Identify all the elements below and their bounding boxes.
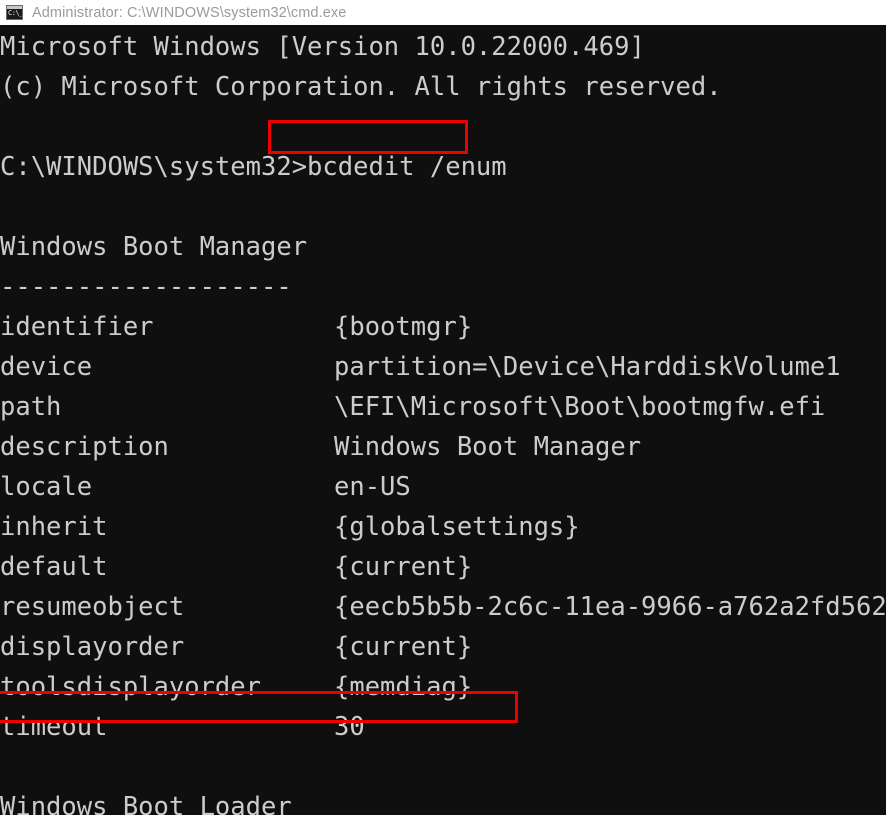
entry-value: \EFI\Microsoft\Boot\bootmgfw.efi	[334, 392, 826, 422]
entry-value: partition=\Device\HarddiskVolume1	[334, 352, 841, 382]
banner-line: (c) Microsoft Corporation. All rights re…	[0, 72, 722, 102]
entry-key: locale	[0, 472, 93, 502]
entry-value: {globalsettings}	[334, 512, 580, 542]
console-output-area[interactable]: Microsoft Windows [Version 10.0.22000.46…	[0, 25, 886, 815]
entry-value: {memdiag}	[334, 672, 473, 702]
entry-value: {current}	[334, 552, 473, 582]
entry-key: displayorder	[0, 632, 185, 662]
entry-value: en-US	[334, 472, 411, 502]
section-rule: -------------------	[0, 272, 292, 302]
section-heading-boot-manager: Windows Boot Manager	[0, 232, 308, 262]
entry-row: description Windows Boot Manager	[0, 427, 886, 467]
console-line-list: Microsoft Windows [Version 10.0.22000.46…	[0, 27, 886, 815]
entry-row: toolsdisplayorder {memdiag}	[0, 667, 886, 707]
entry-row: identifier {bootmgr}	[0, 307, 886, 347]
entry-value: Windows Boot Manager	[334, 432, 642, 462]
entry-key: timeout	[0, 712, 108, 742]
icon-prompt-glyph: C:\_	[8, 9, 23, 17]
entry-value: {current}	[334, 632, 473, 662]
entry-row: inherit {globalsettings}	[0, 507, 886, 547]
entry-value: {bootmgr}	[334, 312, 473, 342]
entry-row: device partition=\Device\HarddiskVolume1	[0, 347, 886, 387]
prompt-line: C:\WINDOWS\system32>bcdedit /enum	[0, 147, 886, 187]
window-title: Administrator: C:\WINDOWS\system32\cmd.e…	[32, 4, 347, 21]
entry-row: resumeobject {eecb5b5b-2c6c-11ea-9966-a76…	[0, 587, 886, 627]
window-titlebar[interactable]: C:\_ Administrator: C:\WINDOWS\system32\…	[0, 0, 886, 25]
entry-key: path	[0, 392, 62, 422]
entry-row: default {current}	[0, 547, 886, 587]
entry-row: locale en-US	[0, 467, 886, 507]
entry-value: {eecb5b5b-2c6c-11ea-9966-a762a2fd562a}	[334, 592, 886, 622]
banner-line: Microsoft Windows [Version 10.0.22000.46…	[0, 32, 645, 62]
entry-key: identifier	[0, 312, 154, 342]
entry-key: inherit	[0, 512, 108, 542]
entry-row: timeout 30	[0, 707, 886, 747]
entry-key: device	[0, 352, 93, 382]
entry-row: path \EFI\Microsoft\Boot\bootmgfw.efi	[0, 387, 886, 427]
entry-key: description	[0, 432, 169, 462]
section-heading-boot-loader: Windows Boot Loader	[0, 792, 292, 815]
entry-value: 30	[334, 712, 365, 742]
entry-key: default	[0, 552, 108, 582]
cmd-console-icon: C:\_	[6, 5, 23, 20]
entry-key: toolsdisplayorder	[0, 672, 261, 702]
entry-row: displayorder {current}	[0, 627, 886, 667]
entry-key: resumeobject	[0, 592, 185, 622]
command-text[interactable]: bcdedit /enum	[307, 152, 507, 182]
prompt-path: C:\WINDOWS\system32>	[0, 152, 308, 182]
